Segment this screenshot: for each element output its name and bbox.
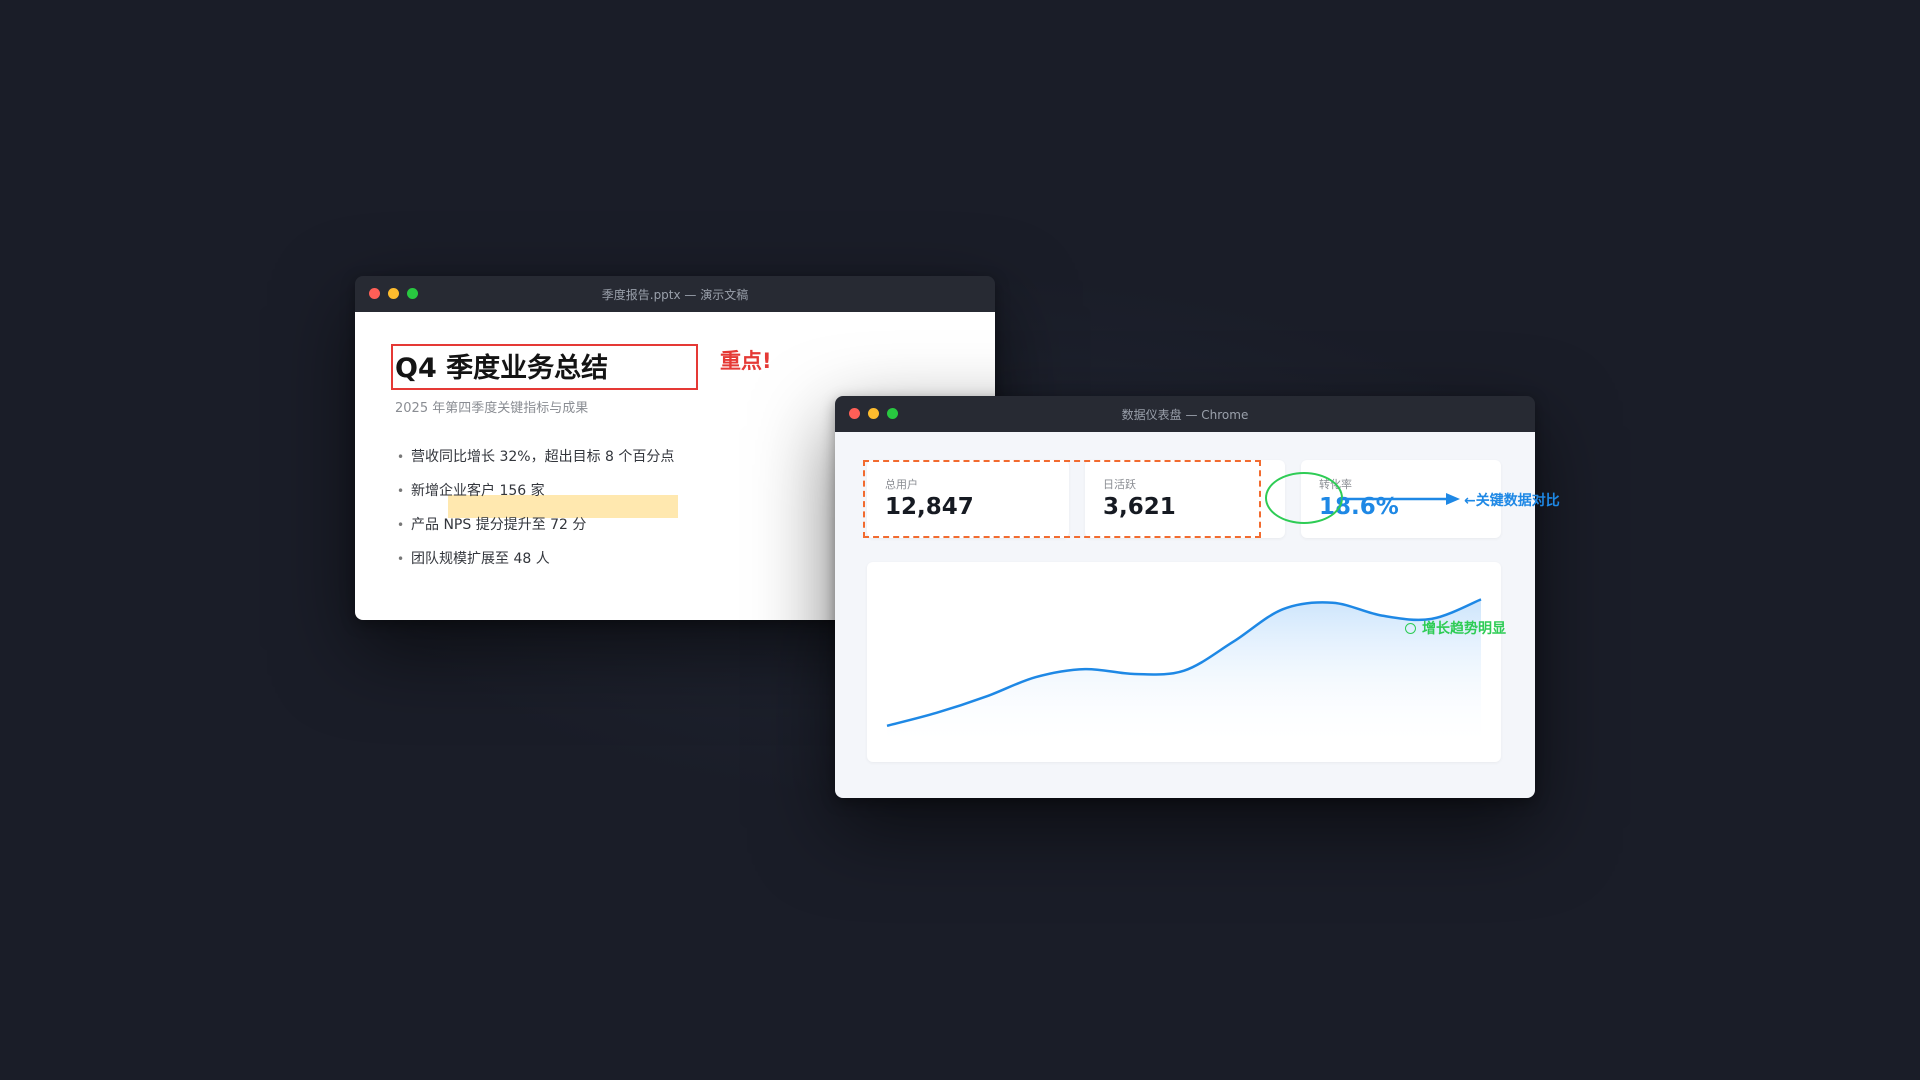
close-button[interactable] — [849, 408, 860, 419]
circle-annotation — [1265, 472, 1343, 524]
dashboard-body: 总用户 12,847 日活跃 3,621 转化率 18.6% — [835, 432, 1535, 798]
trend-annotation-label: 增长趋势明显 — [1422, 621, 1506, 637]
trend-chart — [886, 598, 1482, 742]
bullet-item[interactable]: 新增企业客户 156 家 — [397, 482, 674, 516]
title-annotation-box — [391, 344, 698, 390]
arrow-head — [1446, 493, 1460, 505]
arrow-annotation — [1342, 493, 1460, 505]
presentation-titlebar[interactable]: 季度报告.pptx — 演示文稿 — [355, 276, 995, 312]
maximize-button[interactable] — [887, 408, 898, 419]
bullet-item[interactable]: 营收同比增长 32%，超出目标 8 个百分点 — [397, 448, 674, 482]
close-button[interactable] — [369, 288, 380, 299]
minimize-button[interactable] — [388, 288, 399, 299]
circle-icon — [1405, 622, 1416, 634]
comparison-annotation-box — [863, 460, 1261, 538]
dashboard-window: 数据仪表盘 — Chrome 总用户 12,847 日活跃 3,621 转化率 … — [835, 396, 1535, 798]
window-title: 数据仪表盘 — Chrome — [1121, 407, 1249, 422]
trend-annotation: 增长趋势明显 — [1405, 618, 1506, 638]
trend-chart-card[interactable] — [867, 562, 1501, 762]
bullet-item[interactable]: 团队规模扩展至 48 人 — [397, 550, 674, 584]
emphasis-annotation: 重点! — [720, 349, 772, 373]
window-controls — [849, 408, 898, 419]
bullet-item[interactable]: 产品 NPS 提分提升至 72 分 — [397, 516, 674, 550]
window-title: 季度报告.pptx — 演示文稿 — [601, 287, 749, 302]
bullet-list: 营收同比增长 32%，超出目标 8 个百分点 新增企业客户 156 家 产品 N… — [397, 448, 674, 584]
compare-annotation: ←关键数据对比 — [1464, 493, 1560, 509]
dashboard-titlebar[interactable]: 数据仪表盘 — Chrome — [835, 396, 1535, 432]
slide-subtitle[interactable]: 2025 年第四季度关键指标与成果 — [395, 397, 588, 416]
minimize-button[interactable] — [868, 408, 879, 419]
maximize-button[interactable] — [407, 288, 418, 299]
window-controls — [369, 288, 418, 299]
